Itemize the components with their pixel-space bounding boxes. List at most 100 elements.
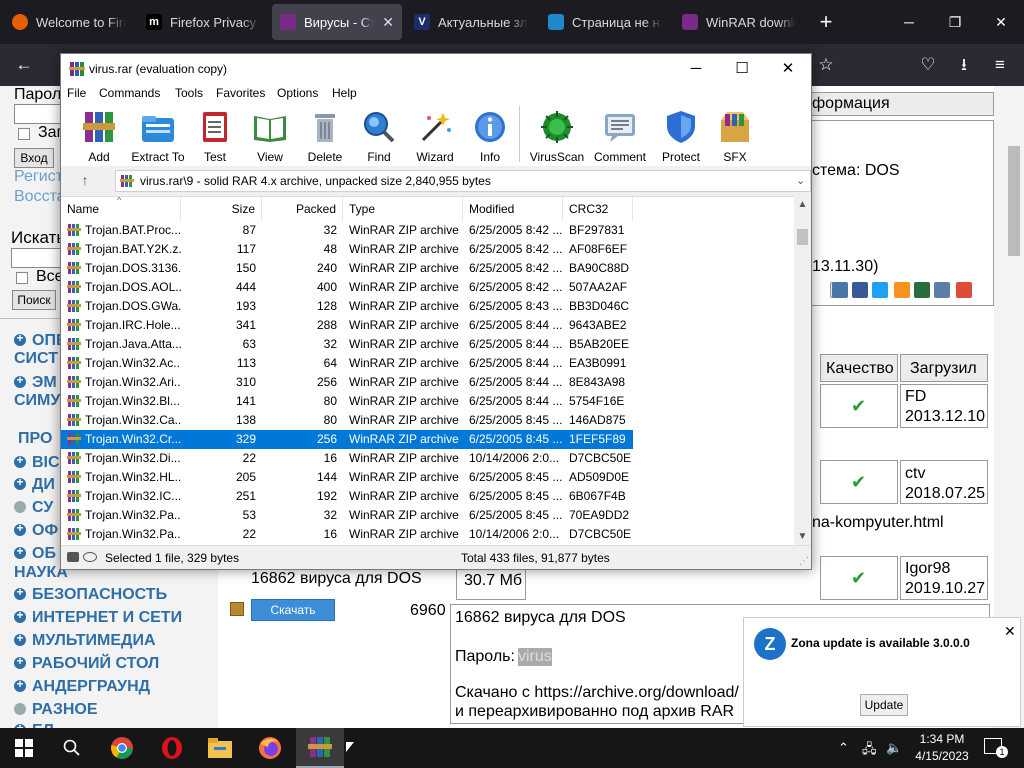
category-item[interactable]: ПРО xyxy=(18,430,52,448)
category-item[interactable]: ДИ xyxy=(14,475,55,494)
download-icon[interactable]: ⭳ xyxy=(950,52,978,78)
category-item[interactable]: МУЛЬТИМЕДИА xyxy=(14,631,156,650)
info-button[interactable]: Info xyxy=(471,110,509,164)
column-packed[interactable]: Packed xyxy=(262,197,343,221)
table-row[interactable]: Trojan.Win32.IC... 251 192 WinRAR ZIP archi… xyxy=(61,487,633,506)
column-size[interactable]: Size xyxy=(181,197,262,221)
menu-icon[interactable]: ≡ xyxy=(986,52,1014,78)
category-item[interactable]: ОФ xyxy=(14,521,58,540)
back-icon[interactable]: ← xyxy=(10,52,38,78)
category-item[interactable]: АНДЕРГРАУНД xyxy=(14,677,150,696)
menu-tools[interactable]: Tools xyxy=(175,86,203,100)
password-input[interactable] xyxy=(14,104,64,124)
tab-welcome-firefox[interactable]: Welcome to Firefox xyxy=(4,4,134,40)
winrar-icon[interactable] xyxy=(296,728,344,768)
table-row[interactable]: Trojan.Win32.Ca... 138 80 WinRAR ZIP archiv… xyxy=(61,411,633,430)
virusscan-button[interactable]: VirusScan xyxy=(527,110,587,164)
search-icon[interactable] xyxy=(48,728,96,768)
up-folder-icon[interactable]: ↑ xyxy=(75,172,95,190)
table-row[interactable]: Trojan.DOS.GWa... 193 128 WinRAR ZIP archiv… xyxy=(61,297,633,316)
tab-firefox-privacy[interactable]: m Firefox Privacy Notice xyxy=(138,4,268,40)
link-text[interactable]: na-kompyuter.html xyxy=(812,514,944,532)
menu-favorites[interactable]: Favorites xyxy=(216,86,265,100)
network-icon[interactable]: 🖧 xyxy=(862,740,877,762)
close-tab-icon[interactable]: ✕ xyxy=(382,14,394,31)
table-row[interactable]: Trojan.Win32.Di... 22 16 WinRAR ZIP archive… xyxy=(61,449,633,468)
table-row[interactable]: Trojan.IRC.Hole.... 341 288 WinRAR ZIP arch… xyxy=(61,316,633,335)
table-row[interactable]: Trojan.Win32.Pa... 22 16 WinRAR ZIP archive… xyxy=(61,525,633,544)
menu-file[interactable]: File xyxy=(67,86,86,100)
uploader-link[interactable]: ctv xyxy=(905,465,925,483)
category-item[interactable]: СИСТ xyxy=(14,350,58,368)
extract-to-button[interactable]: Extract To xyxy=(129,110,187,164)
category-item[interactable]: СИМУ xyxy=(14,392,60,410)
table-row[interactable]: Trojan.Win32.Ari... 310 256 WinRAR ZIP arch… xyxy=(61,373,633,392)
chrome-icon[interactable] xyxy=(98,728,146,768)
close-button[interactable]: ✕ xyxy=(765,54,811,84)
tab-page-not-found[interactable]: Страница не найдена xyxy=(540,4,670,40)
path-dropdown[interactable]: virus.rar\9 - solid RAR 4.x archive, unp… xyxy=(115,170,811,192)
resize-grip-icon[interactable]: ⋰ xyxy=(799,550,809,574)
tab-actual-malware[interactable]: V Актуальные зловреды xyxy=(406,4,536,40)
chevron-down-icon[interactable]: ⌄ xyxy=(796,171,805,191)
uploader-link[interactable]: Igor98 xyxy=(905,560,950,578)
category-item[interactable]: РАЗНОЕ xyxy=(14,701,98,719)
twitter-icon[interactable] xyxy=(872,282,888,298)
sfx-button[interactable]: SFX xyxy=(715,110,755,164)
remember-checkbox[interactable] xyxy=(18,128,30,140)
firefox-icon[interactable] xyxy=(246,728,294,768)
table-row[interactable]: Trojan.Win32.HL... 205 144 WinRAR ZIP archi… xyxy=(61,468,633,487)
comment-button[interactable]: Comment xyxy=(593,110,647,164)
uploader-link[interactable]: FD xyxy=(905,388,926,406)
table-row[interactable]: Trojan.Win32.Ac... 113 64 WinRAR ZIP archiv… xyxy=(61,354,633,373)
category-item[interactable]: ВІС xyxy=(14,453,60,472)
bookmark-star-icon[interactable]: ☆ xyxy=(812,52,840,78)
category-item[interactable]: ОПЕ xyxy=(14,331,67,350)
find-button[interactable]: Find xyxy=(359,110,399,164)
tab-viruses[interactable]: Вирусы - Старые ✕ xyxy=(272,4,402,40)
mailru-icon[interactable] xyxy=(914,282,930,298)
maximize-button[interactable]: ❐ xyxy=(932,6,978,38)
minimize-button[interactable]: ─ xyxy=(673,54,719,84)
minimize-button[interactable]: ─ xyxy=(886,6,932,38)
column-modified[interactable]: Modified xyxy=(463,197,563,221)
restore-link[interactable]: Восста xyxy=(14,188,66,206)
login-button[interactable]: Вход xyxy=(14,148,54,168)
table-row[interactable]: Trojan.Java.Atta... 63 32 WinRAR ZIP archiv… xyxy=(61,335,633,354)
vertical-scrollbar[interactable]: ▲ ▼ xyxy=(794,196,811,545)
download-button[interactable]: Скачать xyxy=(251,599,335,621)
close-button[interactable]: ✕ xyxy=(978,6,1024,38)
delete-button[interactable]: Delete xyxy=(305,110,345,164)
site-search-input[interactable] xyxy=(11,248,61,268)
scroll-down-icon[interactable]: ▼ xyxy=(794,528,811,545)
menu-options[interactable]: Options xyxy=(277,86,318,100)
scroll-thumb[interactable] xyxy=(797,229,808,245)
vk-icon[interactable] xyxy=(832,282,848,298)
winrar-title-bar[interactable]: virus.rar (evaluation copy) ─ ☐ ✕ xyxy=(61,54,811,84)
category-item[interactable]: ИНТЕРНЕТ И СЕТИ xyxy=(14,608,182,627)
tray-chevron-icon[interactable]: ⌃ xyxy=(838,740,849,756)
column-crc32[interactable]: CRC32 xyxy=(563,197,633,221)
google-plus-icon[interactable] xyxy=(956,282,972,298)
table-row[interactable]: Trojan.DOS.3136... 150 240 WinRAR ZIP archi… xyxy=(61,259,633,278)
category-item[interactable]: БЕЗОПАСНОСТЬ xyxy=(14,585,167,604)
column-name[interactable]: Name ^ xyxy=(61,197,181,221)
category-item[interactable]: ОБ xyxy=(14,544,56,563)
add-button[interactable]: Add xyxy=(79,110,119,164)
test-button[interactable]: Test xyxy=(197,110,233,164)
livejournal-icon[interactable] xyxy=(934,282,950,298)
windows-start-icon[interactable] xyxy=(0,728,48,768)
table-row[interactable]: Trojan.Win32.Bl... 141 80 WinRAR ZIP archiv… xyxy=(61,392,633,411)
odnoklassniki-icon[interactable] xyxy=(894,282,910,298)
opera-icon[interactable] xyxy=(148,728,196,768)
menu-help[interactable]: Help xyxy=(332,86,357,100)
protect-button[interactable]: Protect xyxy=(659,110,703,164)
maximize-button[interactable]: ☐ xyxy=(719,54,765,84)
volume-icon[interactable]: 🔈 xyxy=(886,740,902,756)
wizard-button[interactable]: Wizard xyxy=(413,110,457,164)
table-row[interactable]: Trojan.BAT.Y2K.z... 117 48 WinRAR ZIP archi… xyxy=(61,240,633,259)
category-item[interactable]: ЭМ xyxy=(14,373,57,392)
table-row[interactable]: Trojan.Win32.Pa... 53 32 WinRAR ZIP archive… xyxy=(61,506,633,525)
category-item[interactable]: СУ xyxy=(14,499,53,517)
scroll-up-icon[interactable]: ▲ xyxy=(794,196,811,213)
